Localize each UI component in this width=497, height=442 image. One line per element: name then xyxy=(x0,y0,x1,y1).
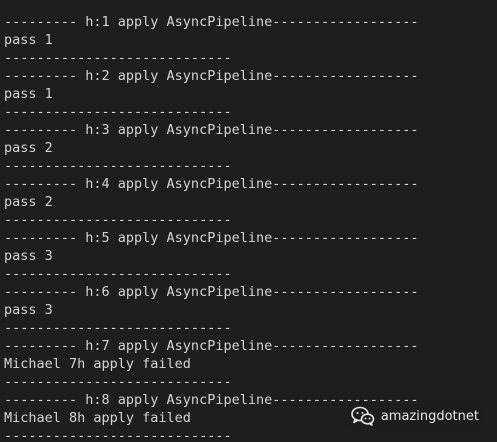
output-line-divider: ---------------------------- xyxy=(4,104,232,120)
output-line-divider: ---------------------------- xyxy=(4,428,232,442)
output-line-result: pass 3 xyxy=(4,302,53,318)
terminal-window: --------- h:1 apply AsyncPipeline-------… xyxy=(0,0,497,442)
output-line-separator: --------- h:3 apply AsyncPipeline-------… xyxy=(4,122,419,138)
output-line-divider: ---------------------------- xyxy=(4,320,232,336)
output-line-separator: --------- h:5 apply AsyncPipeline-------… xyxy=(4,230,419,246)
output-line-divider: ---------------------------- xyxy=(4,50,232,66)
terminal-output: --------- h:1 apply AsyncPipeline-------… xyxy=(4,13,497,442)
output-line-result: Michael 7h apply failed xyxy=(4,356,191,372)
output-line-divider: ---------------------------- xyxy=(4,374,232,390)
output-line-separator: --------- h:7 apply AsyncPipeline-------… xyxy=(4,338,419,354)
output-line-separator: --------- h:1 apply AsyncPipeline-------… xyxy=(4,14,419,30)
watermark: amazingdotnet xyxy=(346,404,483,428)
output-line-separator: --------- h:2 apply AsyncPipeline-------… xyxy=(4,68,419,84)
wechat-icon xyxy=(351,406,375,426)
output-line-separator: --------- h:6 apply AsyncPipeline-------… xyxy=(4,284,419,300)
output-line-divider: ---------------------------- xyxy=(4,212,232,228)
output-line-result: pass 2 xyxy=(4,194,53,210)
output-line-result: pass 2 xyxy=(4,140,53,156)
output-line-result: pass 1 xyxy=(4,86,53,102)
output-line-divider: ---------------------------- xyxy=(4,158,232,174)
output-line-separator: --------- h:4 apply AsyncPipeline-------… xyxy=(4,176,419,192)
output-line-divider: ---------------------------- xyxy=(4,266,232,282)
output-line-result: pass 3 xyxy=(4,248,53,264)
watermark-label: amazingdotnet xyxy=(380,408,479,424)
output-line-result: pass 1 xyxy=(4,32,53,48)
